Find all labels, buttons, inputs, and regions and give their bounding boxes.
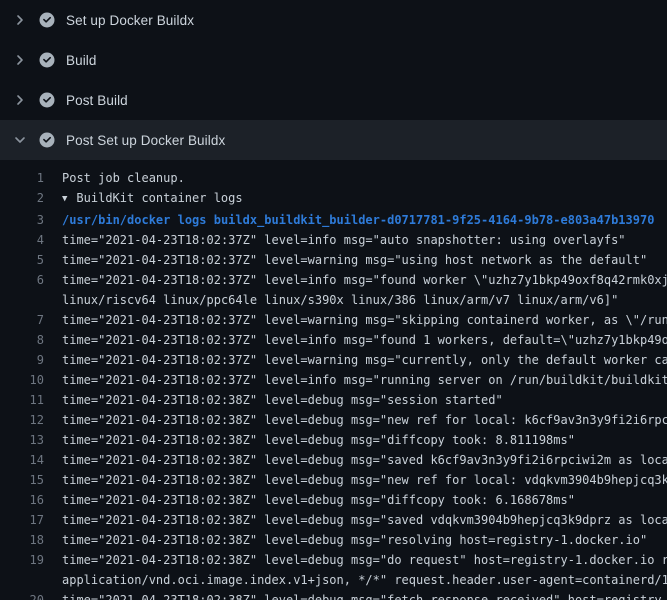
log-line: 20 time="2021-04-23T18:02:38Z" level=deb… [0, 590, 667, 600]
log-line-number[interactable]: 1 [0, 168, 44, 188]
log-line-number[interactable]: 16 [0, 490, 44, 510]
log-line-number[interactable]: 18 [0, 530, 44, 550]
section-title: Post Set up Docker Buildx [66, 133, 225, 148]
log-line-text: time="2021-04-23T18:02:37Z" level=warnin… [62, 250, 667, 270]
log-line: 16 time="2021-04-23T18:02:38Z" level=deb… [0, 490, 667, 510]
log-line: 4 time="2021-04-23T18:02:37Z" level=info… [0, 230, 667, 250]
log-line-number[interactable]: 19 [0, 550, 44, 570]
log-line-text: ▼ BuildKit container logs [62, 188, 667, 210]
check-circle-icon [39, 12, 55, 28]
log-line: 11 time="2021-04-23T18:02:38Z" level=deb… [0, 390, 667, 410]
section-header-set-up-docker-buildx[interactable]: Set up Docker Buildx [0, 0, 667, 40]
log-line: 3 /usr/bin/docker logs buildx_buildkit_b… [0, 210, 667, 230]
log-line: 5 time="2021-04-23T18:02:37Z" level=warn… [0, 250, 667, 270]
log-wrapped-row: time="2021-04-23T18:02:37Z" level=info m… [62, 270, 667, 290]
log-line-text: time="2021-04-23T18:02:38Z" level=debug … [62, 430, 667, 450]
chevron-right-icon [12, 12, 28, 28]
log-line-number[interactable]: 15 [0, 470, 44, 490]
log-line-text: time="2021-04-23T18:02:37Z" level=info m… [62, 270, 667, 310]
check-circle-icon [39, 92, 55, 108]
log-line-number[interactable]: 8 [0, 330, 44, 350]
log-line-text: time="2021-04-23T18:02:38Z" level=debug … [62, 390, 667, 410]
check-circle-icon [39, 52, 55, 68]
log-line: 10 time="2021-04-23T18:02:37Z" level=inf… [0, 370, 667, 390]
log-line-text: time="2021-04-23T18:02:38Z" level=debug … [62, 450, 667, 470]
log-line-text: time="2021-04-23T18:02:38Z" level=debug … [62, 510, 667, 530]
log-line-text: Post job cleanup. [62, 168, 667, 188]
log-line-text: time="2021-04-23T18:02:37Z" level=warnin… [62, 310, 667, 330]
log-line: 14 time="2021-04-23T18:02:38Z" level=deb… [0, 450, 667, 470]
log-line: 2 ▼ BuildKit container logs [0, 188, 667, 210]
log-line-number[interactable]: 11 [0, 390, 44, 410]
log-line-text: /usr/bin/docker logs buildx_buildkit_bui… [62, 210, 667, 230]
section-header-build[interactable]: Build [0, 40, 667, 80]
log-line: 13 time="2021-04-23T18:02:38Z" level=deb… [0, 430, 667, 450]
log-line: 6 time="2021-04-23T18:02:37Z" level=info… [0, 270, 667, 310]
actions-log-viewer: Set up Docker Buildx Build Post Build Po… [0, 0, 667, 600]
log-line: 17 time="2021-04-23T18:02:38Z" level=deb… [0, 510, 667, 530]
log-line: 1 Post job cleanup. [0, 168, 667, 188]
log-line-number[interactable]: 2 [0, 188, 44, 208]
chevron-right-icon [12, 52, 28, 68]
check-circle-icon [39, 132, 55, 148]
log-line-text: time="2021-04-23T18:02:37Z" level=warnin… [62, 350, 667, 370]
chevron-down-icon [12, 132, 28, 148]
log-line-number[interactable]: 4 [0, 230, 44, 250]
log-line-number[interactable]: 17 [0, 510, 44, 530]
log-line-number[interactable]: 5 [0, 250, 44, 270]
log-wrapped-row: linux/riscv64 linux/ppc64le linux/s390x … [62, 290, 667, 310]
log-line-number[interactable]: 20 [0, 590, 44, 600]
log-line-text: time="2021-04-23T18:02:38Z" level=debug … [62, 470, 667, 490]
section-title: Set up Docker Buildx [66, 13, 194, 28]
log-group-label: BuildKit container logs [76, 191, 242, 205]
log-line-text: time="2021-04-23T18:02:38Z" level=debug … [62, 530, 667, 550]
log-line-number[interactable]: 12 [0, 410, 44, 430]
log-line: 15 time="2021-04-23T18:02:38Z" level=deb… [0, 470, 667, 490]
log-line: 18 time="2021-04-23T18:02:38Z" level=deb… [0, 530, 667, 550]
log-line-number[interactable]: 9 [0, 350, 44, 370]
section-header-post-build[interactable]: Post Build [0, 80, 667, 120]
log-line: 8 time="2021-04-23T18:02:37Z" level=info… [0, 330, 667, 350]
log-wrapped-row: time="2021-04-23T18:02:38Z" level=debug … [62, 550, 667, 570]
log-line-text: time="2021-04-23T18:02:37Z" level=info m… [62, 230, 667, 250]
log-line-number[interactable]: 13 [0, 430, 44, 450]
log-line-number[interactable]: 7 [0, 310, 44, 330]
section-title: Build [66, 53, 97, 68]
log-line-text: time="2021-04-23T18:02:37Z" level=info m… [62, 370, 667, 390]
log-group-caret-down-icon[interactable]: ▼ [62, 189, 67, 209]
log-line-number[interactable]: 6 [0, 270, 44, 290]
log-line-text: time="2021-04-23T18:02:38Z" level=debug … [62, 410, 667, 430]
log-line-text: time="2021-04-23T18:02:37Z" level=info m… [62, 330, 667, 350]
log-line-number[interactable]: 10 [0, 370, 44, 390]
log-wrapped-row: application/vnd.oci.image.index.v1+json,… [62, 570, 667, 590]
log-line-text: time="2021-04-23T18:02:38Z" level=debug … [62, 490, 667, 510]
log-line-number[interactable]: 3 [0, 210, 44, 230]
log-output: 1 Post job cleanup. 2 ▼ BuildKit containe… [0, 160, 667, 600]
log-line-number[interactable]: 14 [0, 450, 44, 470]
log-line-text: time="2021-04-23T18:02:38Z" level=debug … [62, 550, 667, 590]
log-line: 12 time="2021-04-23T18:02:38Z" level=deb… [0, 410, 667, 430]
log-line: 7 time="2021-04-23T18:02:37Z" level=warn… [0, 310, 667, 330]
section-header-post-set-up-docker-buildx[interactable]: Post Set up Docker Buildx [0, 120, 667, 160]
log-line-text: time="2021-04-23T18:02:38Z" level=debug … [62, 590, 667, 600]
section-title: Post Build [66, 93, 128, 108]
log-line: 9 time="2021-04-23T18:02:37Z" level=warn… [0, 350, 667, 370]
log-line: 19 time="2021-04-23T18:02:38Z" level=deb… [0, 550, 667, 590]
chevron-right-icon [12, 92, 28, 108]
